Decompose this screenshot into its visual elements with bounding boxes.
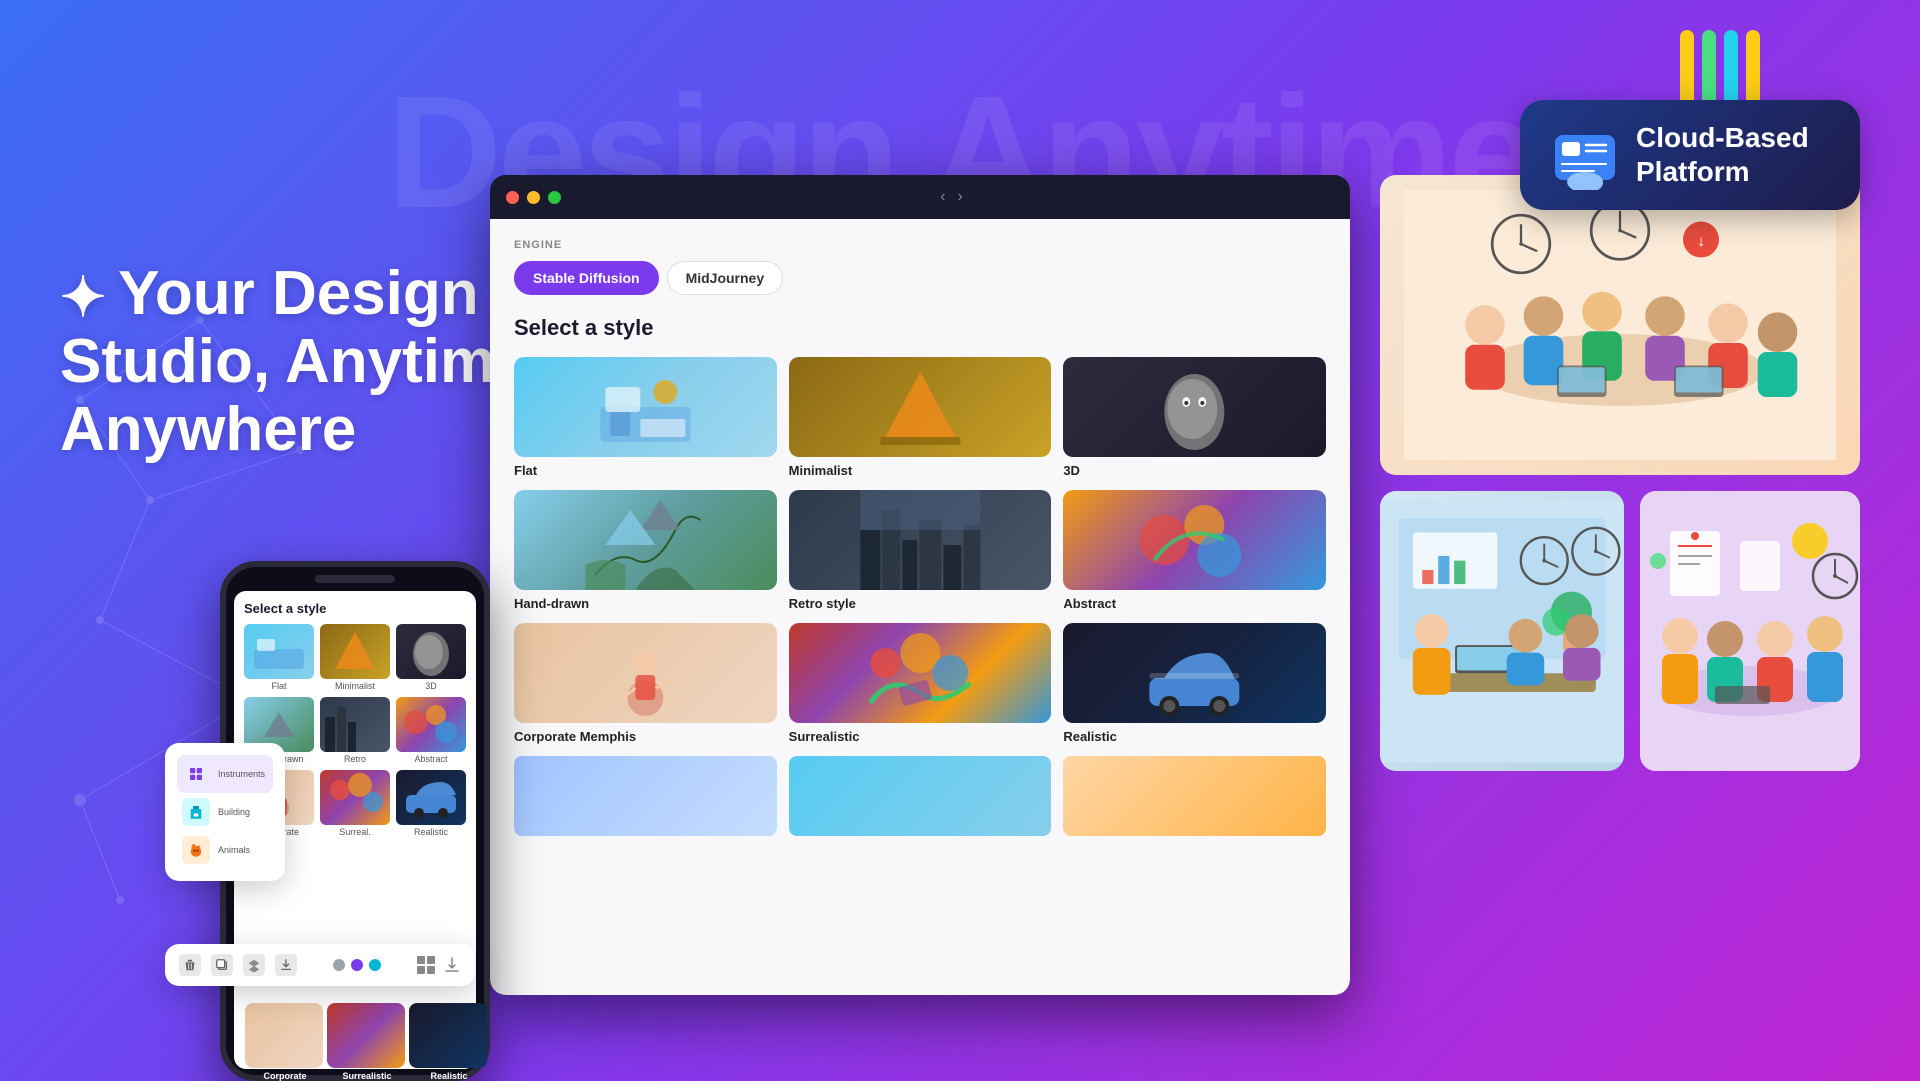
meeting-bottom-left-image	[1380, 491, 1624, 771]
phone-style-realistic[interactable]: Realistic	[396, 770, 466, 837]
window-maximize-btn[interactable]	[548, 191, 561, 204]
phone-select-title: Select a style	[244, 601, 466, 616]
hero-headline: ✦Your Design Studio, Anytime, Anywhere	[60, 260, 547, 465]
style-flat-label: Flat	[514, 463, 777, 478]
tab-midjourney[interactable]: MidJourney	[667, 261, 784, 295]
style-realistic[interactable]: Realistic	[1063, 623, 1326, 744]
instruments-icon	[182, 760, 210, 788]
nav-back-icon[interactable]: ‹	[940, 188, 945, 206]
sidebar-instruments-item[interactable]: Instruments	[177, 755, 273, 793]
phone-toolbar	[165, 944, 475, 986]
phone-style-retro[interactable]: Retro	[320, 697, 390, 764]
phone-style-minimalist[interactable]: Minimalist	[320, 624, 390, 691]
style-retro-label: Retro style	[789, 596, 1052, 611]
style-flat[interactable]: Flat	[514, 357, 777, 478]
animals-label: Animals	[218, 845, 250, 855]
bottom-corporate-label: Corporate	[245, 1071, 325, 1081]
style-corporate[interactable]: Corporate Memphis	[514, 623, 777, 744]
phone-style-surrealistic[interactable]: Surreal.	[320, 770, 390, 837]
phone-style-grid: Flat Minimalist 3D	[244, 624, 466, 764]
style-retro[interactable]: Retro style	[789, 490, 1052, 611]
toolbar-dots	[333, 959, 381, 971]
style-handdrawn-label: Hand-drawn	[514, 596, 777, 611]
style-3d[interactable]: 3D	[1063, 357, 1326, 478]
bottom-surrealistic-item[interactable]: Surrealistic	[327, 1003, 407, 1081]
style-realistic-label: Realistic	[1063, 729, 1326, 744]
tab-stable-diffusion[interactable]: Stable Diffusion	[514, 261, 659, 295]
phone-surrealistic-label: Surreal.	[320, 827, 390, 837]
meeting-top-image: ↓	[1380, 175, 1860, 475]
style-surrealistic-label: Surrealistic	[789, 729, 1052, 744]
animals-icon	[182, 836, 210, 864]
nav-forward-icon[interactable]: ›	[958, 188, 963, 206]
building-icon	[182, 798, 210, 826]
toolbar-trash-icon[interactable]	[179, 954, 201, 976]
more-styles-row	[514, 756, 1326, 836]
building-label: Building	[218, 807, 250, 817]
bottom-style-row: Corporate Surrealistic Realistic	[245, 1003, 495, 1081]
dot-purple[interactable]	[351, 959, 363, 971]
window-nav: ‹ ›	[940, 188, 963, 206]
bottom-images-row	[1380, 491, 1860, 771]
bottom-realistic-label: Realistic	[409, 1071, 489, 1081]
style-surrealistic[interactable]: Surrealistic	[789, 623, 1052, 744]
dot-cyan[interactable]	[369, 959, 381, 971]
phone-style-abstract[interactable]: Abstract	[396, 697, 466, 764]
window-titlebar: ‹ ›	[490, 175, 1350, 219]
straw-yellow2	[1746, 30, 1760, 105]
phone-retro-label: Retro	[320, 754, 390, 764]
hero-section: ✦Your Design Studio, Anytime, Anywhere	[60, 260, 547, 465]
download-icon[interactable]	[443, 956, 461, 974]
toolbar-export-icon[interactable]	[275, 954, 297, 976]
phone-notch	[315, 575, 395, 583]
cloud-badge-icon	[1550, 120, 1620, 190]
style-abstract[interactable]: Abstract	[1063, 490, 1326, 611]
toolbar-icons-group	[179, 954, 297, 976]
svg-text:↓: ↓	[1697, 232, 1705, 250]
style-handdrawn[interactable]: Hand-drawn	[514, 490, 777, 611]
style-abstract-label: Abstract	[1063, 596, 1326, 611]
phone-3d-label: 3D	[396, 681, 466, 691]
phone-style-flat[interactable]: Flat	[244, 624, 314, 691]
toolbar-right-icons	[417, 956, 461, 974]
style-corporate-label: Corporate Memphis	[514, 729, 777, 744]
cloud-badge: Cloud-Based Platform	[1520, 100, 1860, 210]
hero-star-icon: ✦	[60, 266, 106, 328]
engine-label: ENGINE	[514, 239, 1326, 251]
bottom-realistic-item[interactable]: Realistic	[409, 1003, 489, 1081]
meeting-bottom-right-image	[1640, 491, 1860, 771]
toolbar-copy-icon[interactable]	[211, 954, 233, 976]
phone-flat-label: Flat	[244, 681, 314, 691]
phone-abstract-label: Abstract	[396, 754, 466, 764]
app-window: ‹ › ENGINE Stable Diffusion MidJourney S…	[490, 175, 1350, 995]
bottom-surrealistic-label: Surrealistic	[327, 1071, 407, 1081]
style-minimalist-label: Minimalist	[789, 463, 1052, 478]
window-minimize-btn[interactable]	[527, 191, 540, 204]
grid-view-icon[interactable]	[417, 956, 435, 974]
cloud-badge-text: Cloud-Based Platform	[1636, 121, 1830, 188]
phone-minimalist-label: Minimalist	[320, 681, 390, 691]
phone-realistic-label: Realistic	[396, 827, 466, 837]
sidebar-building-item[interactable]: Building	[177, 793, 273, 831]
bottom-corporate-item[interactable]: Corporate	[245, 1003, 325, 1081]
style-minimalist[interactable]: Minimalist	[789, 357, 1052, 478]
window-close-btn[interactable]	[506, 191, 519, 204]
right-images-section: ↓	[1380, 175, 1860, 771]
toolbar-layers-icon[interactable]	[243, 954, 265, 976]
window-content: ENGINE Stable Diffusion MidJourney Selec…	[490, 219, 1350, 995]
engine-tabs: Stable Diffusion MidJourney	[514, 261, 1326, 295]
instruments-label: Instruments	[218, 769, 265, 779]
sidebar-animals-item[interactable]: Animals	[177, 831, 273, 869]
style-grid: Flat Minimalist	[514, 357, 1326, 744]
sidebar-card: Instruments Building Animals	[165, 743, 285, 881]
phone-style-3d[interactable]: 3D	[396, 624, 466, 691]
style-section-title: Select a style	[514, 315, 1326, 341]
dot-gray[interactable]	[333, 959, 345, 971]
style-3d-label: 3D	[1063, 463, 1326, 478]
